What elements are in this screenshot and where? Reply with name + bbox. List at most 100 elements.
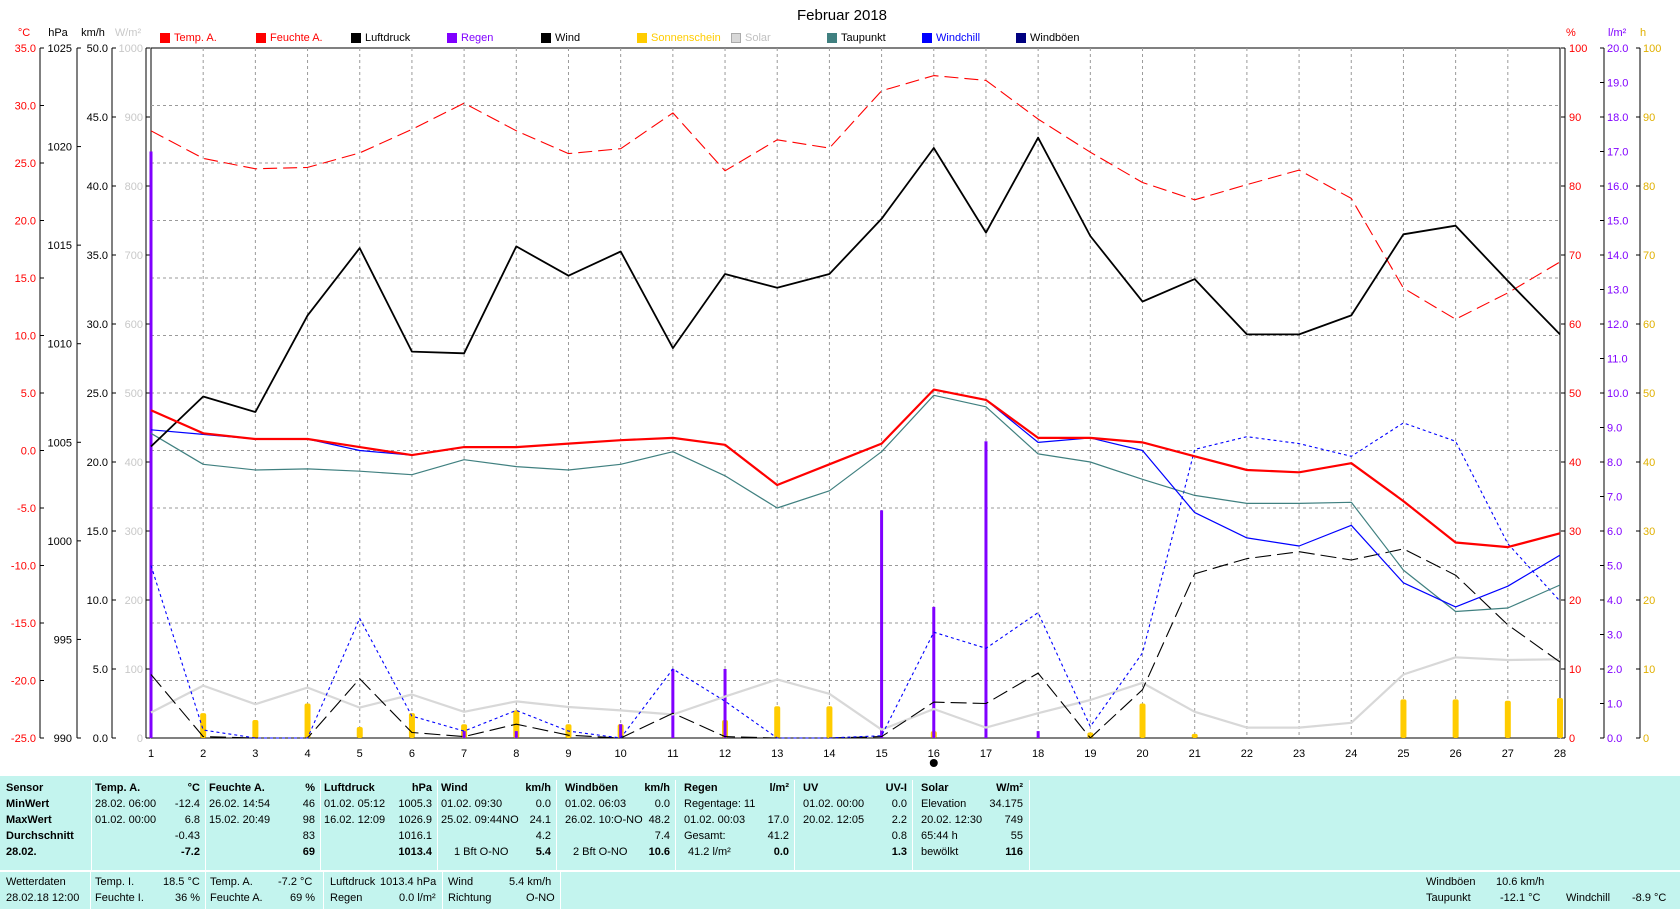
- x-tick-label: 20: [1136, 748, 1148, 760]
- left-axis-tick-label: 50.0: [87, 43, 108, 55]
- legend-swatch: [1016, 33, 1026, 43]
- right-axis-tick-label: 0: [1643, 733, 1649, 745]
- x-tick-label: 1: [148, 748, 154, 760]
- solar-current-label: bewölkt: [921, 846, 959, 858]
- legend-item: Solar: [731, 30, 771, 46]
- right-axis-tick-label: 16.0: [1607, 181, 1628, 193]
- left-axis-tick-label: 900: [125, 112, 143, 124]
- bar-hum-i-label: Feuchte I.: [95, 892, 144, 904]
- right-axis-tick-label: 14.0: [1607, 250, 1628, 262]
- temp-max-time: 01.02. 00:00: [95, 814, 157, 826]
- humidity-current: 69: [302, 846, 315, 858]
- bar-press-val: 1013.4 hPa: [380, 876, 437, 888]
- bar-rain-label: Regen: [330, 892, 363, 904]
- current-values-bar: Wetterdaten 28.02.18 12:00 Temp. I. 18.5…: [0, 872, 1680, 909]
- right-axis-tick-label: 90: [1569, 112, 1581, 124]
- left-axis-tick-label: -20.0: [11, 676, 36, 688]
- left-axis-tick-label: 15.0: [15, 273, 36, 285]
- left-axis-tick-label: 1015: [48, 240, 72, 252]
- gusts-title: Windböen: [565, 782, 619, 794]
- legend-label: Feuchte A.: [270, 32, 323, 44]
- pressure-max-time: 16.02. 12:09: [324, 814, 386, 826]
- pressure-avg: 1016.1: [398, 830, 432, 842]
- legend-swatch: [541, 33, 551, 43]
- x-tick-label: 4: [304, 748, 310, 760]
- left-axis-tick-label: -10.0: [11, 561, 36, 573]
- left-axis-tick-label: 1025: [48, 43, 72, 55]
- right-axis-tick-label: 90: [1643, 112, 1655, 124]
- pressure-min-time: 01.02. 05:12: [324, 798, 386, 810]
- left-axis-tick-label: 300: [125, 526, 143, 538]
- legend-label: Sonnenschein: [651, 32, 721, 44]
- left-axis-tick-label: 10.0: [15, 331, 36, 343]
- left-axis-tick-label: 1005: [48, 437, 72, 449]
- temp-title: Temp. A.: [95, 782, 141, 794]
- uv-current: 1.3: [891, 846, 907, 858]
- series-line-windchill-minimum: [150, 422, 1561, 739]
- right-axis-tick-label: 40: [1643, 457, 1655, 469]
- series-line-wind: [150, 548, 1561, 739]
- bar-hum-a-val: 69 %: [290, 892, 316, 904]
- rain-total-label: Gesamt:: [684, 830, 726, 842]
- sunshine-bar: [774, 706, 781, 738]
- x-tick-label: 16: [928, 748, 940, 760]
- humidity-min-time: 26.02. 14:54: [209, 798, 271, 810]
- x-tick-label: 26: [1450, 748, 1462, 760]
- bar-gust-val: 10.6 km/h: [1496, 876, 1545, 888]
- uv-unit: UV-I: [885, 782, 907, 794]
- label-sensor: Sensor: [6, 782, 44, 794]
- rain-bar: [932, 606, 936, 738]
- bar-rain-val: 0.0 l/m²: [399, 892, 436, 904]
- left-axis-tick-label: 5.0: [21, 388, 36, 400]
- wind-current: 5.4: [535, 846, 551, 858]
- x-tick-label: 7: [461, 748, 467, 760]
- wind-max-val: 24.1: [529, 814, 551, 826]
- right-axis-tick-label: 50: [1569, 388, 1581, 400]
- gusts-avg: 7.4: [654, 830, 670, 842]
- humidity-avg: 83: [302, 830, 315, 842]
- left-axis-tick-label: 995: [54, 634, 72, 646]
- gusts-unit: km/h: [644, 782, 670, 794]
- right-axis-tick-label: 2.0: [1607, 664, 1622, 676]
- legend-swatch: [637, 33, 647, 43]
- uv-min-time: 01.02. 00:00: [803, 798, 865, 810]
- bar-gust-label: Windböen: [1426, 876, 1476, 888]
- sunshine-bar: [252, 720, 259, 738]
- legend-label: Regen: [461, 32, 494, 44]
- legend-swatch: [447, 33, 457, 43]
- x-tick-label: 12: [719, 748, 731, 760]
- left-axis-tick-label: 25.0: [87, 388, 108, 400]
- right-axis-tick-label: 8.0: [1607, 457, 1622, 469]
- pressure-unit: hPa: [411, 782, 432, 794]
- solar-elev-label: Elevation: [921, 798, 967, 810]
- label-avg: Durchschnitt: [6, 830, 74, 842]
- left-axis-tick-label: 200: [125, 595, 143, 607]
- bar-temp-a-val: -7.2 °C: [278, 876, 313, 888]
- rain-current-label: 41.2 l/m²: [688, 846, 731, 858]
- left-axis-tick-label: 20.0: [87, 457, 108, 469]
- gusts-max-val: 48.2: [648, 814, 670, 826]
- bar-temp-i-val: 18.5 °C: [163, 876, 200, 888]
- left-axis-tick-label: -25.0: [11, 733, 36, 745]
- left-axis-unit: km/h: [81, 27, 105, 39]
- chart-title: Februar 2018: [797, 7, 887, 24]
- right-axis-tick-label: 11.0: [1607, 354, 1628, 366]
- left-axis-tick-label: 15.0: [87, 526, 108, 538]
- right-axis-tick-label: 50: [1643, 388, 1655, 400]
- left-axis-tick-label: -15.0: [11, 618, 36, 630]
- x-tick-label: 19: [1084, 748, 1096, 760]
- rain-bar: [880, 510, 884, 738]
- legend-item: Windchill: [922, 30, 980, 46]
- right-axis-tick-label: 5.0: [1607, 561, 1622, 573]
- legend-item: Wind: [541, 30, 580, 46]
- bar-hum-a-label: Feuchte A.: [210, 892, 263, 904]
- solar-duration: 65:44 h: [921, 830, 958, 842]
- right-axis-tick-label: 20.0: [1607, 43, 1628, 55]
- right-axis-tick-label: 100: [1643, 43, 1661, 55]
- left-axis-tick-label: 0.0: [21, 446, 36, 458]
- rain-bar: [1036, 731, 1040, 738]
- right-axis-tick-label: 0: [1569, 733, 1575, 745]
- x-tick-label: 8: [513, 748, 519, 760]
- gusts-min-val: 0.0: [654, 798, 670, 810]
- uv-min-val: 0.0: [891, 798, 907, 810]
